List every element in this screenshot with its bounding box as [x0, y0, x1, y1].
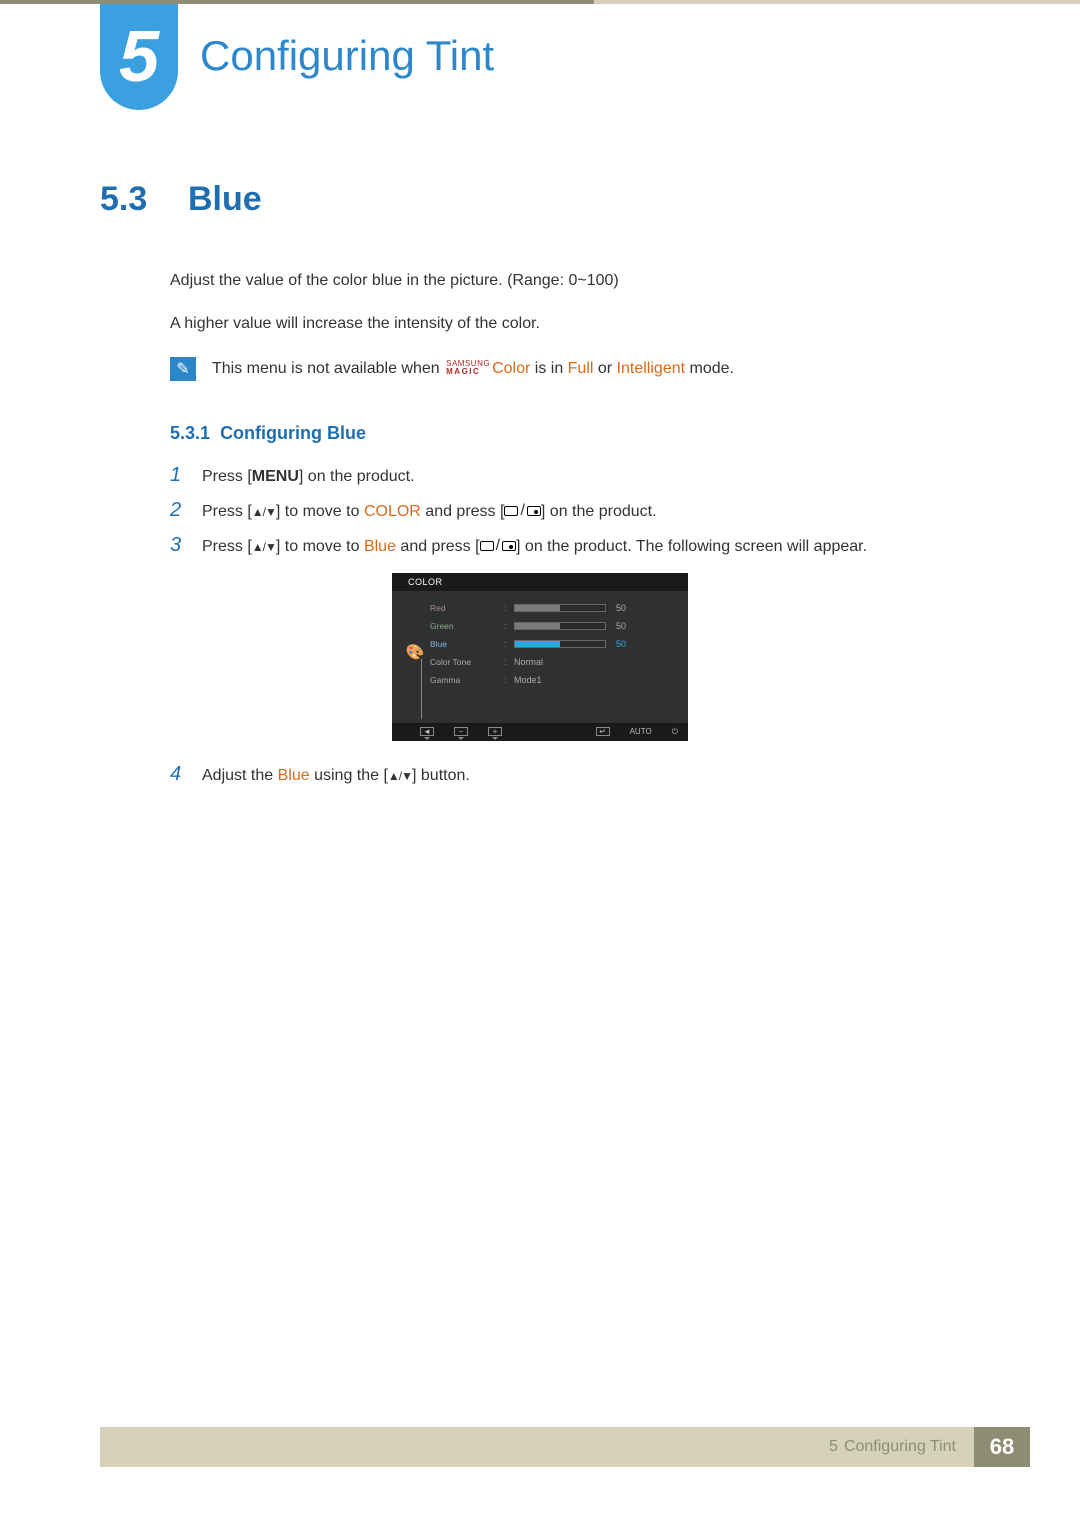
osd-power-icon: ⏻ [672, 727, 678, 737]
osd-label-gamma: Gamma [430, 675, 504, 685]
note-text: This menu is not available when SAMSUNGM… [212, 360, 734, 378]
osd-label-blue: Blue [430, 639, 504, 649]
note-suffix: mode. [685, 360, 734, 377]
up-down-arrows-icon: ▲/▼ [252, 540, 276, 554]
footer-bar: 5Configuring Tint [100, 1427, 974, 1467]
enter-source-icon: / [504, 502, 540, 520]
brand-bottom: MAGIC [446, 368, 490, 376]
osd-footer: ◄ − + ↵ AUTO ⏻ [392, 723, 688, 741]
section-description-2: A higher value will increase the intensi… [170, 314, 980, 335]
steps-list: 1 Press [MENU] on the product. 2 Press [… [170, 464, 980, 557]
page-footer: 5Configuring Tint 68 [100, 1427, 1030, 1467]
note-row: This menu is not available when SAMSUNGM… [170, 357, 980, 381]
note-mode2: Intelligent [617, 360, 686, 377]
rect-icon [504, 506, 518, 516]
link-blue: Blue [278, 767, 310, 784]
step-4: 4 Adjust the Blue using the [▲/▼] button… [170, 763, 980, 786]
subsection-number: 5.3.1 [170, 423, 210, 443]
osd-slider-red [514, 604, 606, 612]
page-number: 68 [974, 1427, 1030, 1467]
step-2: 2 Press [▲/▼] to move to COLOR and press… [170, 499, 980, 522]
note-icon [170, 357, 196, 381]
osd-value-gamma: Mode1 [514, 675, 542, 685]
source-icon [527, 506, 541, 516]
osd-label-red: Red [430, 603, 504, 613]
osd-value-blue: 50 [616, 639, 626, 649]
osd-row-tone: Color Tone : Normal [430, 653, 676, 671]
osd-back-icon: ◄ [420, 727, 434, 736]
osd-enter-icon: ↵ [596, 727, 610, 736]
samsung-magic-brand: SAMSUNGMAGIC [446, 360, 490, 376]
osd-slider-green [514, 622, 606, 630]
step-1: 1 Press [MENU] on the product. [170, 464, 980, 487]
step-text: Press [▲/▼] to move to Blue and press [/… [202, 537, 867, 556]
section-title: Blue [188, 180, 262, 219]
osd-label-green: Green [430, 621, 504, 631]
osd-value-tone: Normal [514, 657, 543, 667]
osd-minus-icon: − [454, 727, 468, 736]
link-blue: Blue [364, 538, 396, 555]
step-number: 3 [170, 534, 188, 557]
osd-screenshot: COLOR 🎨 Red : 50 Green : 50 [392, 573, 688, 741]
up-down-arrows-icon: ▲/▼ [252, 505, 276, 519]
osd-plus-icon: + [488, 727, 502, 736]
osd-title: COLOR [392, 573, 688, 591]
osd-row-blue: Blue : 50 [430, 635, 676, 653]
source-icon [502, 541, 516, 551]
note-mode1: Full [568, 360, 594, 377]
menu-button-label: MENU [252, 468, 299, 485]
osd-icon-column: 🎨 [400, 599, 430, 705]
note-mid1: is in [530, 360, 567, 377]
step-number: 4 [170, 763, 188, 786]
chapter-number: 5 [119, 21, 159, 93]
section-heading: 5.3 Blue [100, 180, 980, 219]
osd-value-green: 50 [616, 621, 626, 631]
up-down-arrows-icon: ▲/▼ [388, 769, 412, 783]
footer-chapter-label: 5Configuring Tint [829, 1438, 956, 1456]
osd-slider-blue [514, 640, 606, 648]
step-text: Press [MENU] on the product. [202, 468, 415, 486]
subsection-heading: 5.3.1 Configuring Blue [170, 423, 980, 444]
osd-row-red: Red : 50 [430, 599, 676, 617]
enter-source-icon: / [480, 537, 516, 555]
note-prefix: This menu is not available when [212, 360, 444, 377]
link-color: COLOR [364, 503, 421, 520]
osd-body: 🎨 Red : 50 Green : 50 Blue : [392, 591, 688, 719]
section-description-1: Adjust the value of the color blue in th… [170, 271, 980, 292]
osd-value-red: 50 [616, 603, 626, 613]
step-number: 1 [170, 464, 188, 487]
step-number: 2 [170, 499, 188, 522]
step-text: Press [▲/▼] to move to COLOR and press [… [202, 502, 657, 521]
subsection-title: Configuring Blue [220, 423, 366, 443]
step-text: Adjust the Blue using the [▲/▼] button. [202, 767, 470, 785]
note-mid2: or [593, 360, 616, 377]
brand-suffix: Color [492, 360, 530, 377]
osd-row-gamma: Gamma : Mode1 [430, 671, 676, 689]
osd-label-tone: Color Tone [430, 657, 504, 667]
steps-list-cont: 4 Adjust the Blue using the [▲/▼] button… [170, 763, 980, 786]
chapter-badge: 5 [100, 4, 178, 110]
section-number: 5.3 [100, 180, 168, 219]
palette-icon: 🎨 [406, 643, 425, 661]
chapter-title: Configuring Tint [200, 32, 494, 80]
step-3: 3 Press [▲/▼] to move to Blue and press … [170, 534, 980, 557]
osd-auto-label: AUTO [630, 727, 652, 736]
rect-icon [480, 541, 494, 551]
curve-decoration [402, 659, 422, 719]
osd-row-green: Green : 50 [430, 617, 676, 635]
